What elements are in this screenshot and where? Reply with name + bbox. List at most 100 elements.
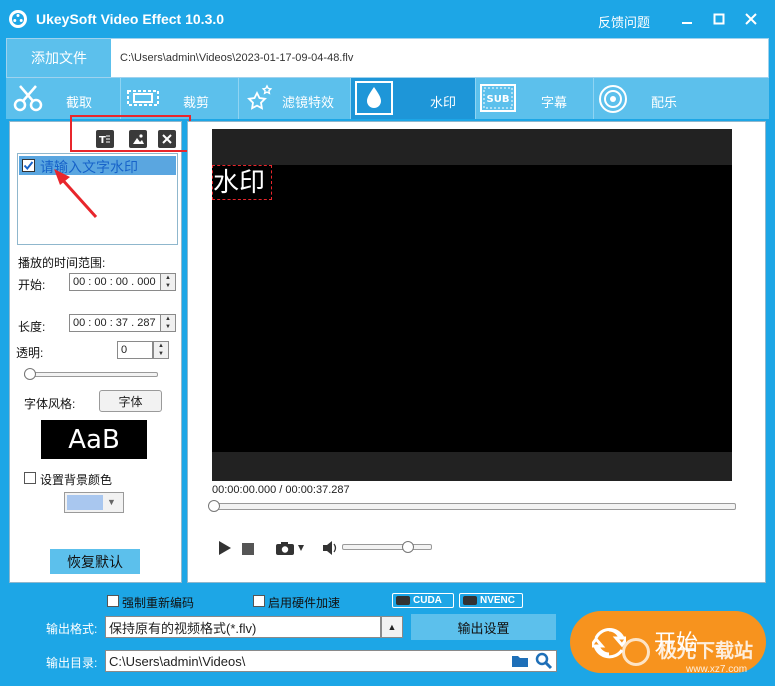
minimize-button[interactable]: [678, 10, 696, 28]
start-time-input[interactable]: 00 : 00 : 00 . 000: [69, 273, 161, 291]
nvenc-badge: NVENC: [459, 593, 523, 608]
text-watermark-icon: T: [99, 135, 110, 146]
hw-accel-checkbox[interactable]: [253, 595, 265, 607]
length-time-spinner[interactable]: ▲ ▼: [160, 314, 176, 332]
opacity-input[interactable]: 0: [117, 341, 153, 359]
down-arrow-icon: ▼: [158, 351, 164, 357]
opacity-slider[interactable]: [24, 372, 158, 377]
color-swatch: [67, 495, 103, 510]
add-image-watermark-button[interactable]: [129, 130, 147, 148]
delete-watermark-button[interactable]: [158, 130, 176, 148]
down-arrow-icon: ▼: [165, 283, 171, 289]
time-display: 00:00:00.000 / 00:00:37.287: [212, 484, 350, 496]
seek-bar[interactable]: [212, 503, 736, 510]
restore-default-button[interactable]: 恢复默认: [50, 549, 140, 574]
opacity-spinner[interactable]: ▲ ▼: [153, 341, 169, 359]
nvenc-label: NVENC: [480, 595, 516, 606]
droplet-icon: [355, 81, 393, 115]
search-icon[interactable]: [535, 652, 553, 673]
tab-label: 截取: [66, 95, 93, 110]
checkmark-icon: [23, 161, 34, 171]
up-arrow-icon: ▲: [165, 316, 171, 322]
tab-crop[interactable]: 裁剪: [121, 78, 239, 119]
output-settings-button[interactable]: 输出设置: [411, 614, 556, 640]
tab-subtitle[interactable]: SUB 字幕: [476, 78, 594, 119]
tab-bar: 截取 裁剪 滤镜特效 水印 SUB 字幕 配乐: [6, 78, 769, 119]
up-arrow-icon: ▲: [158, 343, 164, 349]
site-url: www.xz7.com: [686, 664, 748, 675]
camera-icon: [276, 542, 304, 555]
app-logo-icon: [9, 10, 27, 28]
svg-text:SUB: SUB: [487, 94, 510, 105]
up-arrow-icon: ▲: [165, 275, 171, 281]
opacity-label: 透明:: [16, 346, 44, 360]
tab-label: 字幕: [541, 95, 568, 110]
time-range-label: 播放的时间范围:: [18, 256, 106, 270]
folder-icon[interactable]: [511, 653, 529, 671]
feedback-link[interactable]: 反馈问题: [598, 12, 650, 31]
nvidia-icon: [463, 596, 477, 605]
seek-thumb[interactable]: [208, 500, 220, 512]
maximize-button[interactable]: [710, 10, 728, 28]
reencode-label: 强制重新编码: [122, 596, 195, 610]
start-time-spinner[interactable]: ▲ ▼: [160, 273, 176, 291]
subtitle-icon: SUB: [480, 84, 516, 112]
cuda-label: CUDA: [413, 595, 442, 606]
bg-color-label: 设置背景颜色: [40, 473, 113, 487]
app-title: UkeySoft Video Effect 10.3.0: [36, 11, 225, 27]
svg-text:T: T: [99, 135, 106, 146]
add-text-watermark-button[interactable]: T: [96, 130, 114, 148]
file-path: C:\Users\admin\Videos\2023-01-17-09-04-4…: [120, 52, 354, 64]
volume-thumb[interactable]: [402, 541, 414, 553]
bg-color-checkbox[interactable]: [24, 472, 36, 484]
add-file-button[interactable]: 添加文件: [7, 39, 111, 77]
tab-label: 水印: [430, 95, 457, 110]
opacity-slider-thumb[interactable]: [24, 368, 36, 380]
cuda-badge: CUDA: [392, 593, 454, 608]
down-arrow-icon: ▼: [165, 324, 171, 330]
play-icon: [219, 541, 231, 555]
volume-icon[interactable]: [322, 541, 338, 558]
volume-slider[interactable]: [342, 544, 432, 550]
play-button[interactable]: [217, 540, 233, 559]
hw-accel-label: 启用硬件加速: [268, 596, 341, 610]
video-letterbox-bottom: [212, 452, 732, 481]
image-watermark-icon: [133, 134, 144, 144]
site-watermark: 极光下载站: [658, 641, 754, 662]
video-preview[interactable]: [212, 129, 732, 481]
font-button[interactable]: 字体: [99, 390, 162, 412]
chevron-up-icon[interactable]: ▲: [381, 616, 403, 638]
snapshot-button[interactable]: [275, 540, 307, 559]
tab-label: 滤镜特效: [282, 95, 335, 110]
format-select[interactable]: 保持原有的视频格式(*.flv): [105, 616, 381, 638]
tab-music[interactable]: 配乐: [594, 78, 704, 119]
length-label: 长度:: [18, 320, 46, 334]
tab-trim[interactable]: 截取: [6, 78, 121, 119]
tab-label: 裁剪: [183, 95, 210, 110]
scissors-icon: [13, 85, 43, 112]
close-icon: [162, 134, 172, 144]
length-time-input[interactable]: 00 : 00 : 37 . 287: [69, 314, 161, 332]
start-label: 开始:: [18, 278, 46, 292]
dir-input[interactable]: C:\Users\admin\Videos\: [105, 650, 557, 672]
tab-watermark[interactable]: 水印: [351, 78, 476, 119]
xz7-logo-icon: [622, 638, 650, 666]
bg-color-picker[interactable]: ▼: [64, 492, 124, 513]
crop-icon: [127, 90, 159, 106]
dir-label: 输出目录:: [46, 656, 98, 670]
watermark-checkbox[interactable]: [22, 159, 35, 172]
close-button[interactable]: [742, 10, 760, 28]
tab-filter[interactable]: 滤镜特效: [239, 78, 351, 119]
watermark-overlay[interactable]: 水印: [212, 165, 272, 200]
format-label: 输出格式:: [46, 622, 98, 636]
chevron-down-icon: ▼: [107, 497, 116, 507]
reencode-checkbox[interactable]: [107, 595, 119, 607]
red-arrow-icon: [54, 169, 98, 219]
music-icon: [599, 85, 627, 113]
video-letterbox-top: [212, 129, 732, 165]
font-preview: AaB: [41, 420, 147, 459]
font-style-label: 字体风格:: [24, 397, 76, 411]
convert-icon: [592, 628, 626, 659]
tab-label: 配乐: [651, 95, 678, 110]
stop-button[interactable]: [242, 543, 254, 555]
